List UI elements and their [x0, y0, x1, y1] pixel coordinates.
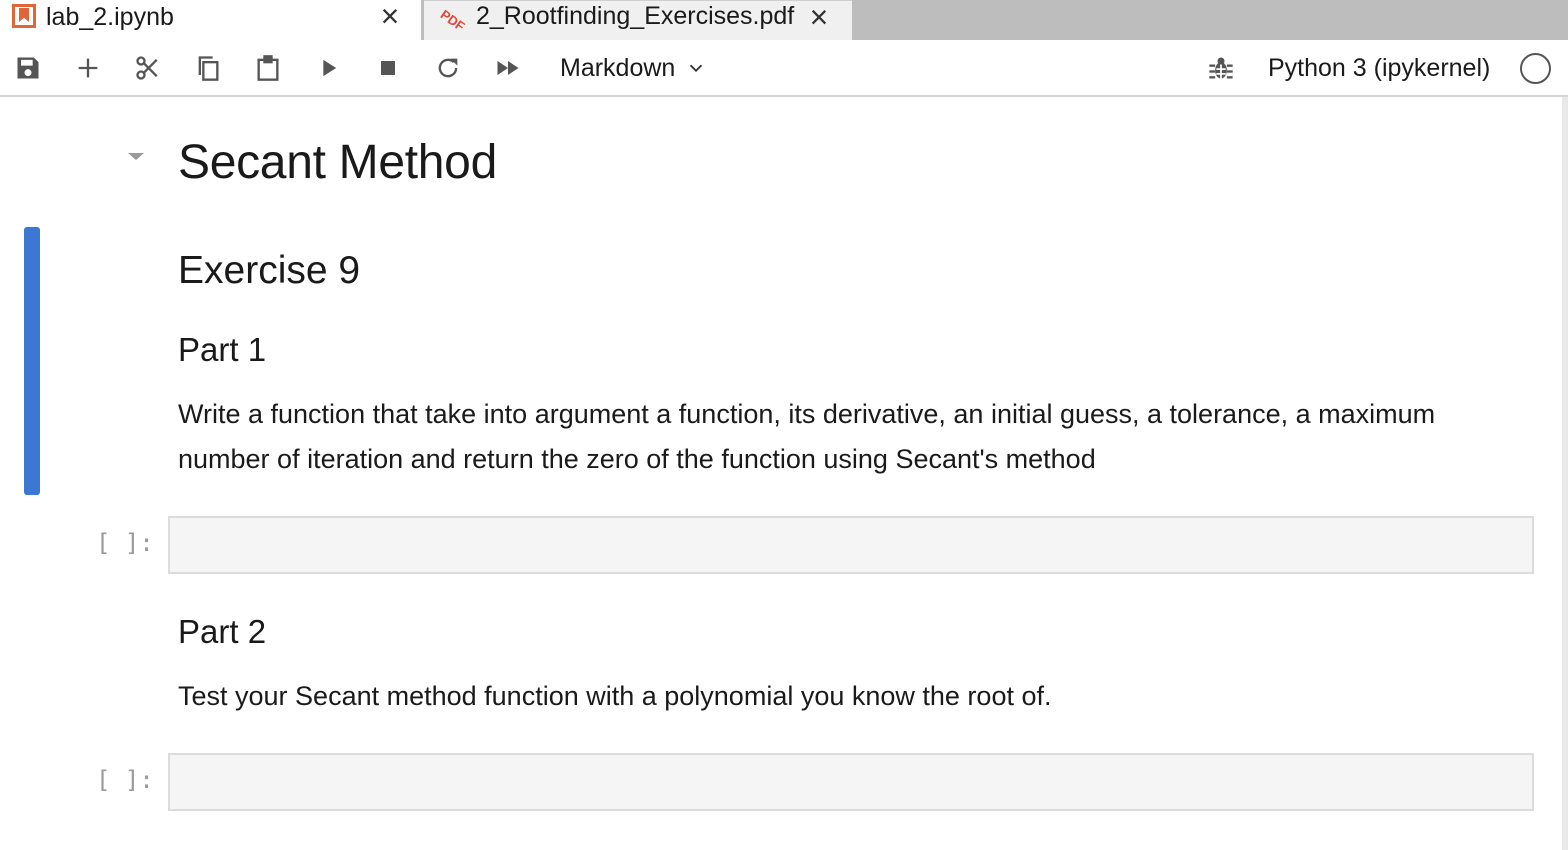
tab-label: lab_2.ipynb [46, 3, 174, 31]
cell-type-value: Markdown [560, 53, 676, 82]
tab-bar: lab_2.ipynb × PDF 2_Rootfinding_Exercise… [0, 0, 1568, 40]
active-cell-indicator[interactable] [24, 227, 40, 495]
notebook-toolbar: Markdown Python 3 (ipykernel) [0, 40, 1568, 97]
insert-cell-button[interactable] [70, 50, 106, 86]
kernel-status-idle-icon [1520, 53, 1551, 84]
stop-icon [381, 61, 395, 75]
play-icon [323, 59, 337, 77]
part-2-description: Test your Secant method function with a … [178, 681, 1052, 711]
heading-part-2: Part 2 [178, 613, 267, 650]
part-1-description: Write a function that take into argument… [178, 399, 1436, 474]
code-cell-input[interactable] [168, 516, 1534, 574]
tab-label: 2_Rootfinding_Exercises.pdf [476, 2, 795, 30]
tab-rootfinding-pdf[interactable]: PDF 2_Rootfinding_Exercises.pdf × [424, 0, 852, 40]
pdf-icon: PDF [438, 6, 468, 34]
copy-icon [198, 56, 219, 81]
cell-type-dropdown[interactable]: Markdown [552, 48, 715, 88]
notebook-panel[interactable]: Secant Method Exercise 9 Part 1 Write a … [0, 97, 1562, 850]
cut-button[interactable] [130, 50, 166, 86]
kernel-name[interactable]: Python 3 (ipykernel) [1268, 48, 1490, 88]
execution-prompt: [ ]: [96, 529, 154, 557]
execution-prompt: [ ]: [96, 766, 154, 794]
plus-icon [78, 58, 98, 78]
scissors-icon [136, 56, 158, 80]
copy-button[interactable] [190, 50, 226, 86]
debugger-button[interactable] [1203, 50, 1239, 86]
chevron-down-icon [690, 64, 703, 73]
save-icon [17, 57, 39, 79]
heading-exercise-9: Exercise 9 [178, 249, 361, 292]
restart-run-all-button[interactable] [490, 50, 526, 86]
heading-part-1: Part 1 [178, 331, 267, 368]
save-button[interactable] [10, 50, 46, 86]
clipboard-icon [257, 55, 279, 81]
paste-button[interactable] [250, 50, 286, 86]
close-icon[interactable]: × [375, 0, 405, 32]
jupyterlab-window: lab_2.ipynb × PDF 2_Rootfinding_Exercise… [0, 0, 1568, 850]
collapse-caret-icon[interactable] [128, 153, 144, 160]
restart-kernel-button[interactable] [430, 50, 466, 86]
tab-lab-2-notebook[interactable]: lab_2.ipynb × [0, 0, 422, 40]
code-cell-input[interactable] [168, 753, 1534, 811]
interrupt-kernel-button[interactable] [370, 50, 406, 86]
bug-icon [1209, 57, 1233, 79]
heading-secant-method: Secant Method [178, 136, 497, 189]
notebook-icon [12, 4, 36, 28]
run-cell-button[interactable] [310, 50, 346, 86]
refresh-icon [438, 58, 458, 78]
fast-forward-icon [497, 61, 519, 75]
notebook-scrollbar[interactable] [1562, 97, 1568, 850]
close-icon[interactable]: × [804, 1, 834, 33]
